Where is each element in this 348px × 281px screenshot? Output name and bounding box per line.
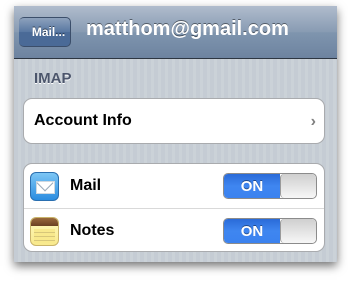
chevron-right-icon: › [310,113,316,130]
settings-content: IMAP Account Info › Mail ON Notes ON [14,59,337,262]
mail-icon [30,172,59,201]
mail-toggle-knob[interactable] [280,174,316,198]
mail-toggle[interactable]: ON [223,173,317,199]
notes-label: Notes [70,221,115,239]
page-title: matthom@gmail.com [86,18,289,40]
mail-toggle-label: ON [224,174,280,198]
notes-icon [30,217,59,246]
account-info-row[interactable]: Account Info › [24,99,324,143]
notes-toggle-label: ON [224,219,280,243]
account-info-label: Account Info [34,112,132,129]
back-button-label: Mail... [31,25,66,39]
section-header: IMAP [34,70,72,87]
notes-toggle[interactable]: ON [223,218,317,244]
apps-group: Mail ON Notes ON [23,163,325,252]
notes-toggle-knob[interactable] [280,219,316,243]
navigation-bar: Mail... matthom@gmail.com [14,6,337,59]
notes-row: Notes ON [24,208,324,252]
account-group: Account Info › [23,98,325,144]
settings-screen: Mail... matthom@gmail.com IMAP Account I… [14,6,337,262]
mail-label: Mail [70,177,102,194]
mail-row: Mail ON [24,164,324,208]
back-button[interactable]: Mail... [14,16,71,49]
